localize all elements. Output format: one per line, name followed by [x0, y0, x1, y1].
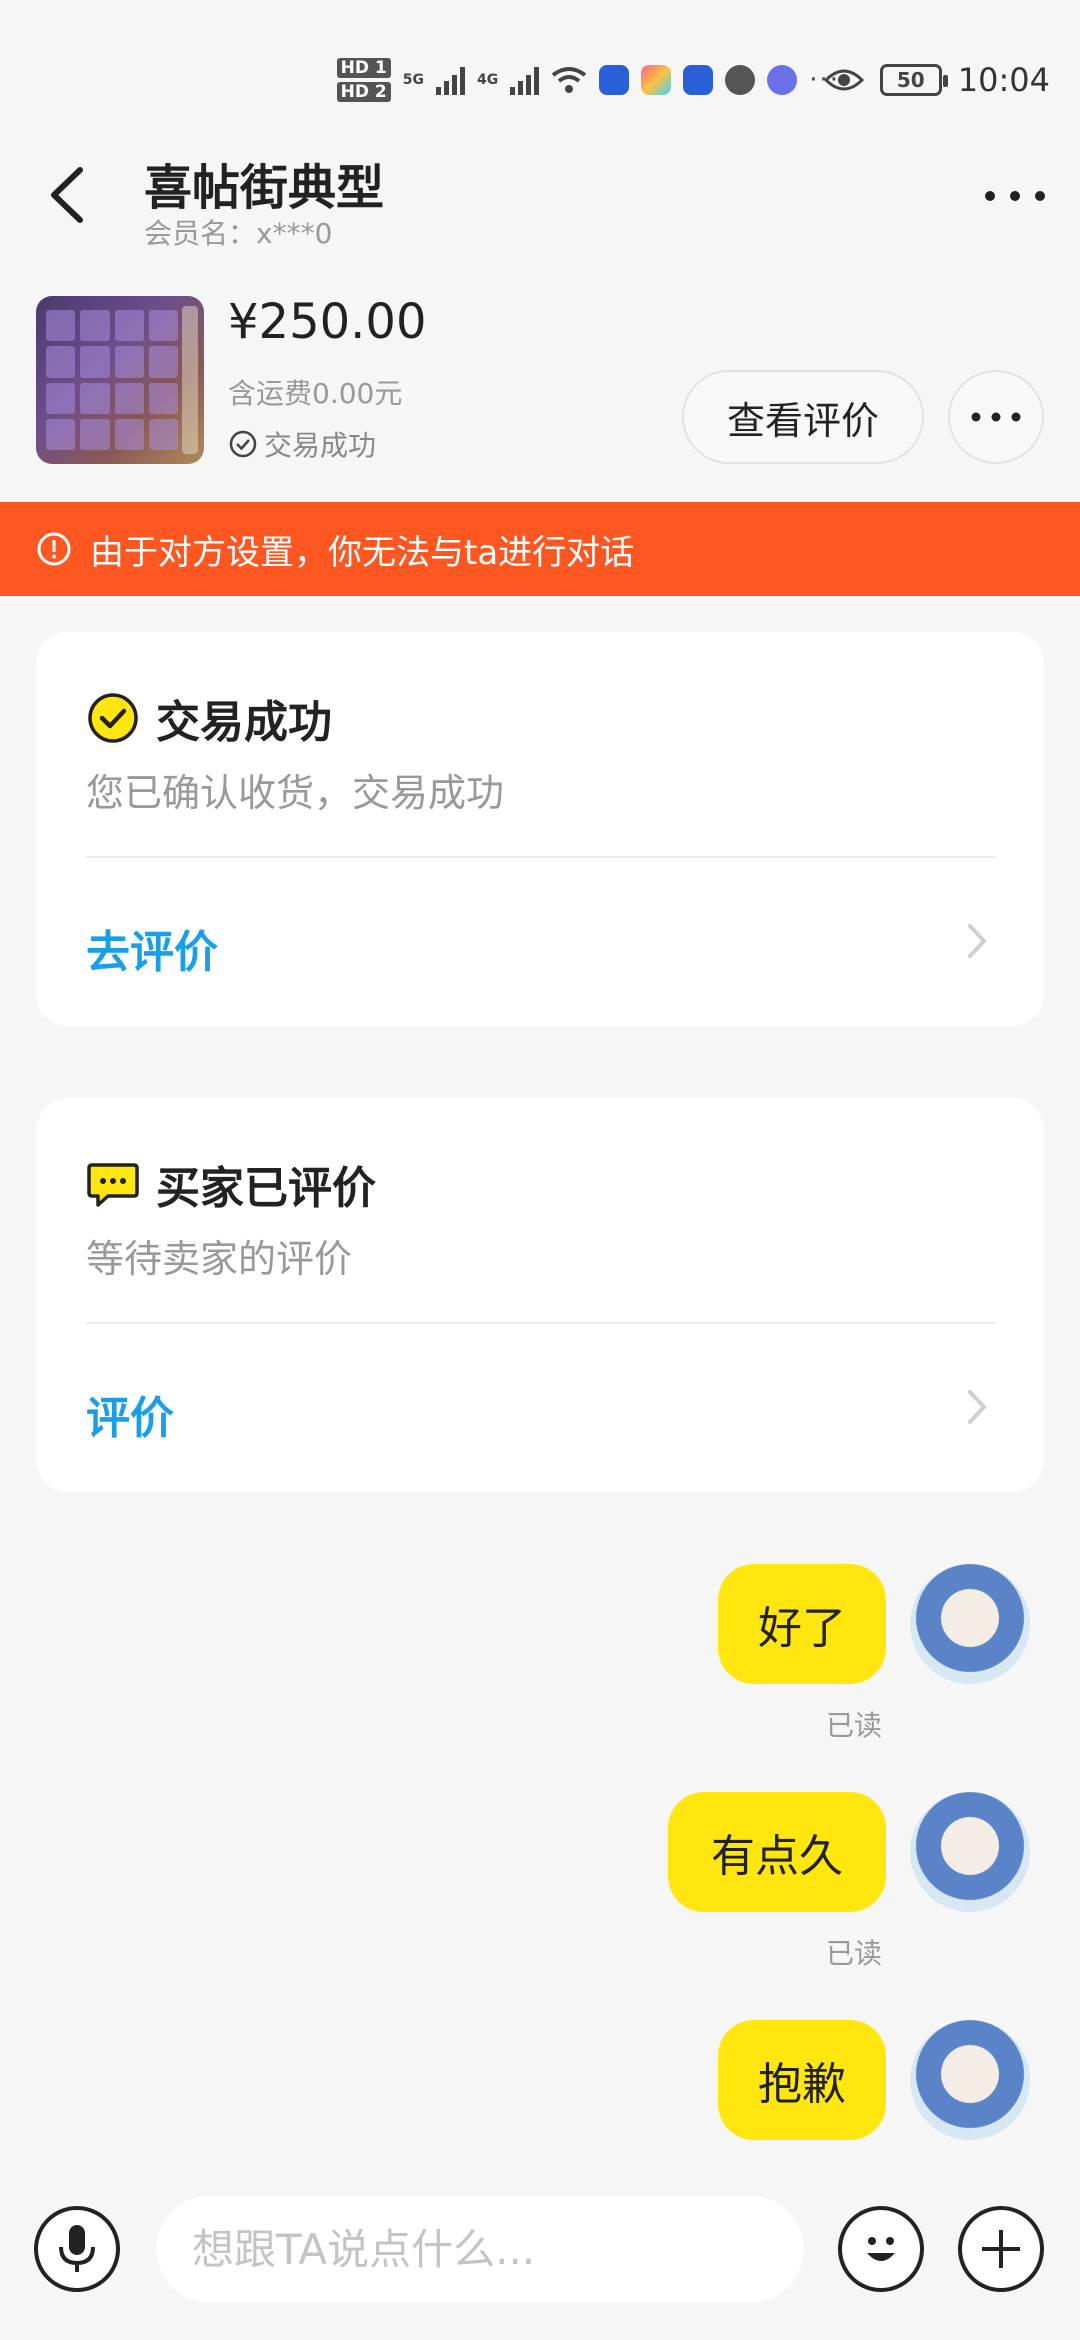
card-title: 买家已评价 — [156, 1163, 376, 1214]
read-receipt: 已读 — [826, 1937, 883, 1970]
message-bubble[interactable]: 抱歉 — [718, 2020, 886, 2140]
microphone-icon — [59, 2225, 95, 2272]
status-icons: HD 1 HD 2 5G 4G ··· — [336, 52, 840, 108]
add-button[interactable] — [958, 2206, 1044, 2292]
member-name: 会员名：x***0 — [144, 217, 333, 250]
product-more-button[interactable] — [948, 370, 1044, 464]
buyer-reviewed-card: 买家已评价 等待卖家的评价 评价 — [36, 1098, 1044, 1492]
music-app-icon — [767, 65, 798, 95]
order-status-label: 交易成功 — [264, 429, 377, 462]
more-icon — [971, 412, 1021, 422]
order-status: 交易成功 — [228, 424, 376, 464]
check-circle-icon — [229, 430, 257, 458]
card-header: 交易成功 — [86, 686, 332, 750]
card-header: 买家已评价 — [86, 1152, 376, 1216]
hd-indicator: HD 1 HD 2 — [336, 58, 391, 102]
check-circle-icon — [88, 693, 138, 743]
chat-restricted-banner: 由于对方设置，你无法与ta进行对话 — [0, 502, 1080, 596]
emoji-button[interactable] — [838, 2206, 924, 2292]
signal-icon — [510, 65, 540, 95]
message-bubble[interactable]: 好了 — [718, 1564, 886, 1684]
product-thumbnail[interactable] — [36, 296, 204, 464]
card-subtitle: 等待卖家的评价 — [86, 1237, 353, 1281]
page-title: 喜帖街典型 — [144, 160, 385, 216]
eye-icon — [823, 69, 864, 91]
wifi-icon — [552, 67, 587, 93]
avatar[interactable] — [910, 2020, 1030, 2140]
status-right: 50 10:04 — [823, 55, 1050, 105]
app-notification-icon — [725, 65, 756, 95]
app-notification-icon — [683, 65, 714, 95]
network-4g-label: 4G — [476, 72, 499, 88]
back-button[interactable] — [38, 160, 98, 230]
clock: 10:04 — [957, 61, 1050, 99]
read-receipt: 已读 — [826, 1709, 883, 1742]
emoji-icon — [867, 2237, 895, 2261]
app-notification-icon — [599, 65, 630, 95]
voice-button[interactable] — [34, 2206, 120, 2292]
more-icon — [985, 191, 1045, 201]
card-title: 交易成功 — [156, 697, 332, 748]
hd1-label: HD 1 — [336, 58, 391, 78]
warning-icon — [37, 532, 71, 566]
go-review-link[interactable]: 去评价 — [86, 916, 218, 980]
chat-bubble-icon — [87, 1163, 139, 1207]
message-bubble[interactable]: 有点久 — [668, 1792, 886, 1912]
header-more-button[interactable] — [980, 168, 1050, 224]
view-review-button[interactable]: 查看评价 — [682, 370, 924, 464]
banner-text: 由于对方设置，你无法与ta进行对话 — [90, 532, 635, 573]
app-notification-icon — [641, 65, 672, 95]
network-5g-label: 5G — [402, 72, 424, 88]
plus-icon — [982, 2230, 1020, 2268]
card-subtitle: 您已确认收货，交易成功 — [86, 771, 505, 815]
product-price: ¥250.00 — [228, 294, 427, 350]
hd2-label: HD 2 — [336, 82, 391, 102]
status-bar: HD 1 HD 2 5G 4G ··· 50 10:04 — [0, 0, 1080, 150]
chevron-right-icon[interactable] — [964, 1386, 990, 1428]
message-input[interactable] — [156, 2196, 804, 2302]
divider — [86, 1322, 996, 1324]
signal-icon — [435, 65, 465, 95]
trade-success-card: 交易成功 您已确认收货，交易成功 去评价 — [36, 632, 1044, 1026]
chevron-left-icon — [51, 167, 83, 223]
chevron-right-icon[interactable] — [964, 920, 990, 962]
review-link[interactable]: 评价 — [86, 1382, 174, 1446]
avatar[interactable] — [910, 1564, 1030, 1684]
avatar[interactable] — [910, 1792, 1030, 1912]
battery-icon: 50 — [879, 64, 948, 96]
shipping-fee: 含运费0.00元 — [228, 377, 403, 410]
divider — [86, 856, 996, 858]
